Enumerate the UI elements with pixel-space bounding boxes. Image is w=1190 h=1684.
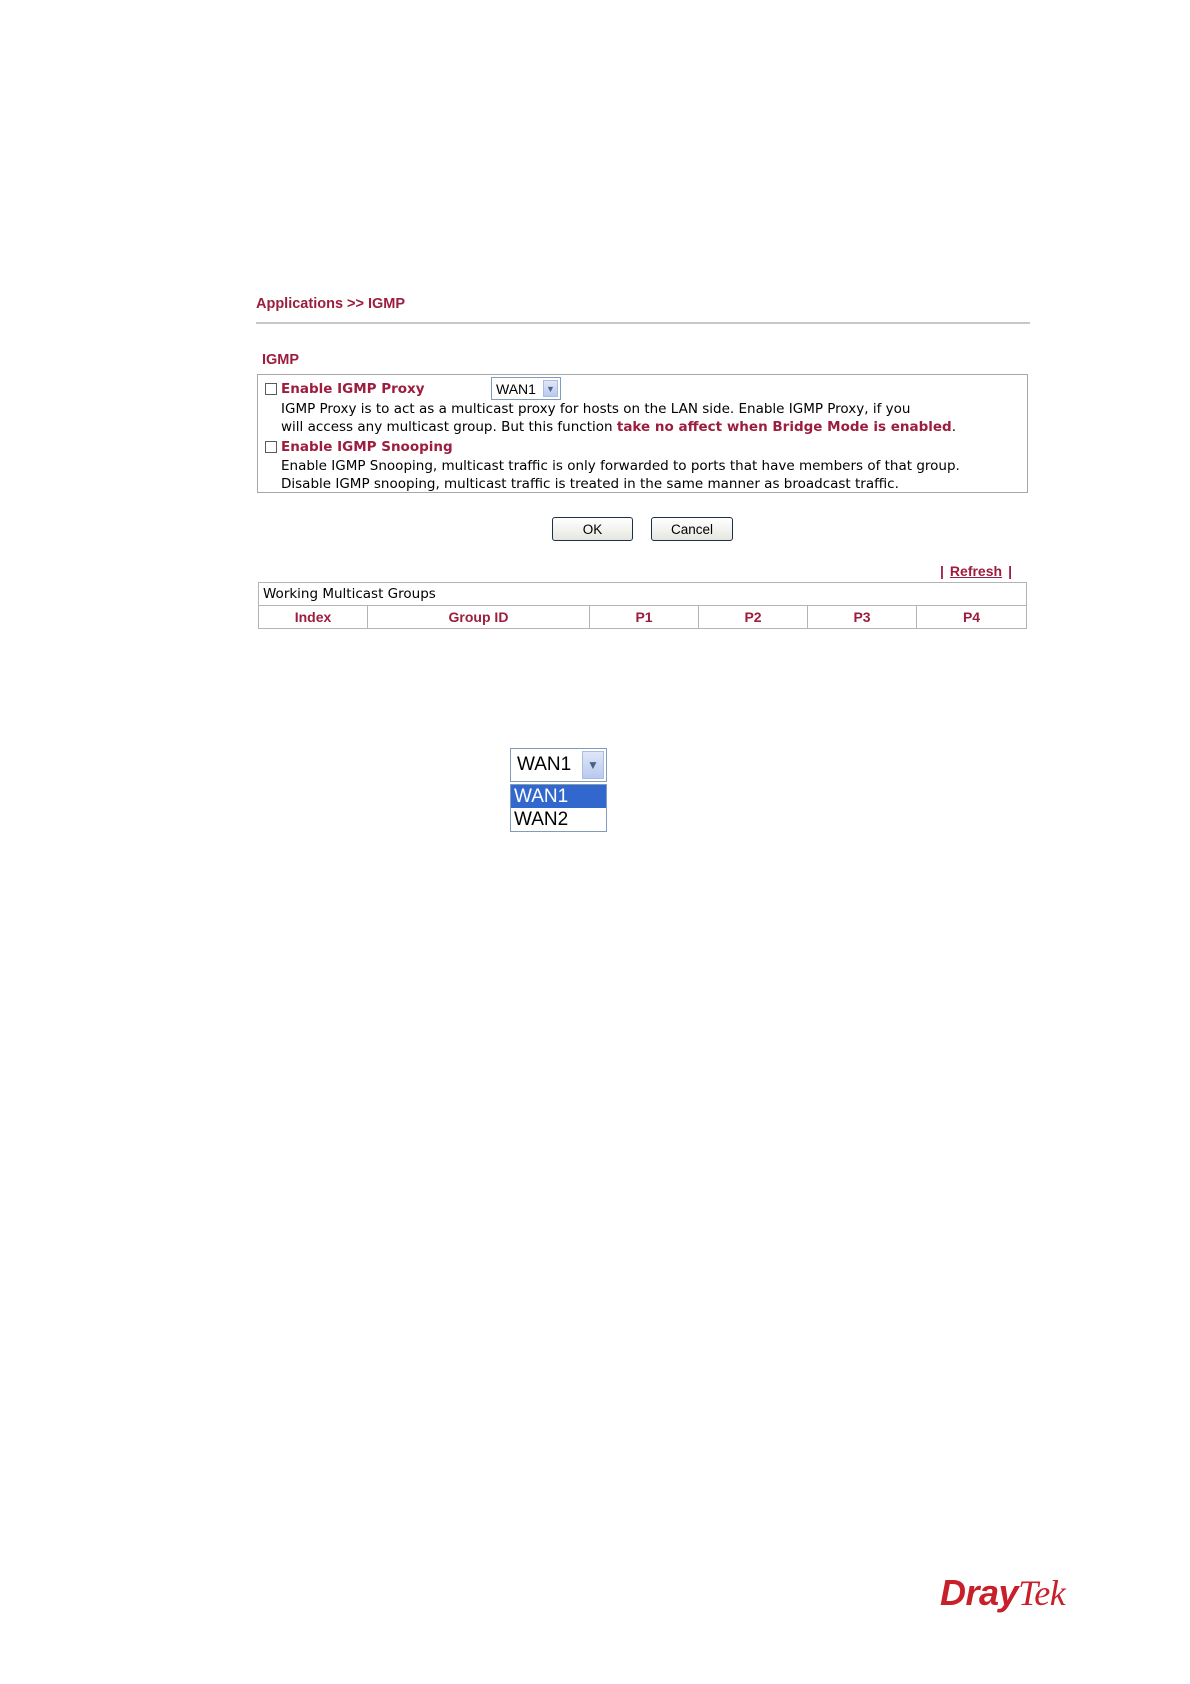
wan-dropdown-options: WAN1 WAN2: [510, 784, 607, 832]
cancel-button[interactable]: Cancel: [651, 517, 733, 541]
separator-left: |: [940, 563, 944, 579]
bridge-mode-warning: take no affect when Bridge Mode is enabl…: [616, 419, 952, 435]
igmp-proxy-label: Enable IGMP Proxy: [281, 381, 425, 397]
multicast-groups-table: Working Multicast Groups Index Group ID …: [257, 582, 1028, 629]
igmp-snooping-description-line1: Enable IGMP Snooping, multicast traffic …: [281, 458, 960, 474]
section-title: IGMP: [262, 352, 300, 368]
dropdown-option-wan1[interactable]: WAN1: [511, 785, 606, 808]
column-header-p1: P1: [589, 605, 699, 629]
wan-dropdown-enlarged[interactable]: WAN1 ▼: [510, 748, 607, 782]
igmp-snooping-label: Enable IGMP Snooping: [281, 439, 453, 455]
igmp-proxy-description-end: .: [951, 419, 957, 435]
igmp-proxy-description-text: will access any multicast group. But thi…: [281, 419, 617, 435]
igmp-options-panel: Enable IGMP Proxy WAN1 ▼ IGMP Proxy is t…: [257, 374, 1028, 493]
refresh-bar: | Refresh |: [940, 563, 1030, 579]
igmp-snooping-checkbox[interactable]: [265, 441, 277, 453]
logo-part2: Tek: [1018, 1573, 1066, 1613]
igmp-proxy-checkbox[interactable]: [265, 383, 277, 395]
column-header-p4: P4: [915, 605, 1028, 629]
logo-part1: Dray: [940, 1572, 1019, 1613]
breadcrumb: Applications >> IGMP: [256, 296, 406, 312]
column-header-group-id: Group ID: [367, 605, 590, 629]
ok-button[interactable]: OK: [552, 517, 633, 541]
igmp-proxy-description-line1: IGMP Proxy is to act as a multicast prox…: [281, 401, 911, 417]
igmp-proxy-description-line2: will access any multicast group. But thi…: [281, 418, 956, 436]
igmp-snooping-description-line2: Disable IGMP snooping, multicast traffic…: [281, 476, 899, 492]
refresh-link[interactable]: Refresh: [950, 563, 1002, 579]
wan-select-value: WAN1: [496, 381, 536, 397]
dropdown-option-wan2[interactable]: WAN2: [511, 808, 606, 831]
chevron-down-icon: ▼: [582, 751, 604, 779]
column-header-p3: P3: [807, 605, 917, 629]
draytek-logo: DrayTek: [940, 1572, 1066, 1614]
column-header-index: Index: [258, 605, 368, 629]
chevron-down-icon: ▼: [543, 380, 558, 397]
column-header-p2: P2: [698, 605, 808, 629]
separator-right: |: [1008, 563, 1012, 579]
wan-dropdown-value: WAN1: [517, 754, 572, 775]
breadcrumb-divider: [256, 322, 1030, 324]
table-caption: Working Multicast Groups: [257, 582, 1028, 606]
wan-select[interactable]: WAN1 ▼: [491, 377, 561, 400]
